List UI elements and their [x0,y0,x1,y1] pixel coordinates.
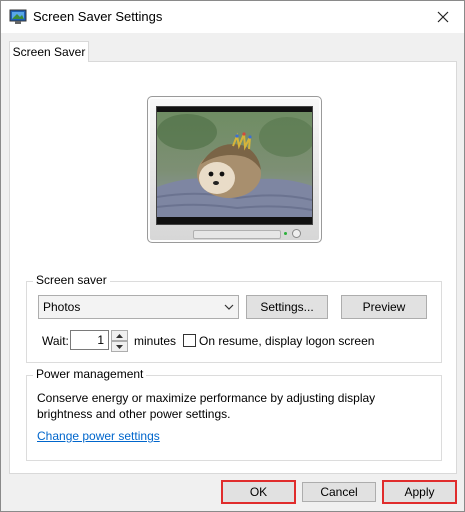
tab-panel: Screen saver Photos Settings... Preview … [9,61,457,474]
chevron-down-icon [220,304,238,310]
dialog-window: Screen Saver Settings Screen Saver Scree… [0,0,465,512]
display-settings-icon [9,9,27,25]
tab-screen-saver[interactable]: Screen Saver [9,41,89,62]
monitor-power-button-icon [292,229,301,238]
close-button[interactable] [432,6,454,28]
chevron-up-icon [116,333,123,338]
wait-minutes-input[interactable] [70,330,109,350]
tab-label: Screen Saver [12,45,86,59]
screen-saver-select[interactable]: Photos [38,295,239,319]
window-title: Screen Saver Settings [33,9,163,24]
close-icon [437,11,449,23]
minutes-label: minutes [134,334,177,348]
power-management-group: Power management Conserve energy or maxi… [26,367,442,461]
apply-button[interactable]: Apply [382,480,457,504]
monitor-slot [193,230,281,239]
power-description: Conserve energy or maximize performance … [37,391,376,421]
spin-down-button[interactable] [111,341,128,352]
resume-logon-label[interactable]: On resume, display logon screen [199,334,374,348]
change-power-settings-link[interactable]: Change power settings [37,429,160,443]
settings-button[interactable]: Settings... [246,295,328,319]
wait-spinner [111,330,128,352]
monitor-screen-bezel [156,106,313,225]
wait-label: Wait: [42,334,69,348]
resume-logon-checkbox[interactable] [183,334,196,347]
ok-button[interactable]: OK [221,480,296,504]
chevron-down-icon [116,344,123,349]
selected-screen-saver: Photos [43,300,81,314]
preview-button[interactable]: Preview [341,295,427,319]
cancel-button[interactable]: Cancel [302,482,376,502]
power-management-legend: Power management [33,367,147,381]
screen-saver-preview-image [157,112,312,217]
monitor-preview [147,96,322,243]
screen-saver-group: Screen saver Photos Settings... Preview … [26,273,442,363]
screen-saver-legend: Screen saver [33,273,110,287]
title-bar: Screen Saver Settings [1,1,464,33]
power-led-icon [284,232,287,235]
spin-up-button[interactable] [111,330,128,341]
